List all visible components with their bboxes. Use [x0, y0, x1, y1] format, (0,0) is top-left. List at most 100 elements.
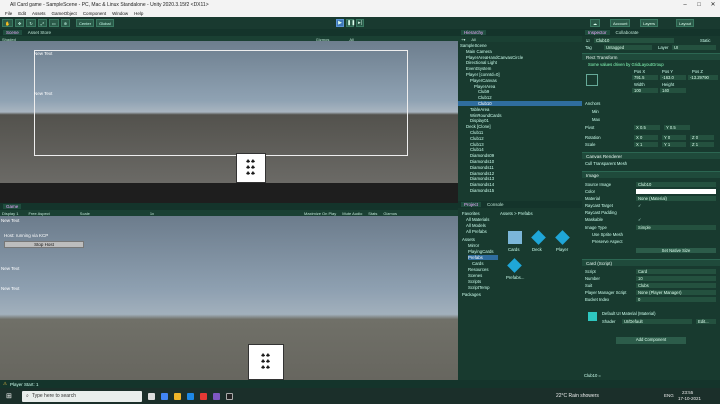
- stats-toggle[interactable]: Stats: [368, 211, 377, 216]
- rot-y-field[interactable]: Y 0: [662, 135, 686, 140]
- aspect-dropdown[interactable]: Free Aspect: [28, 211, 49, 216]
- bucket-field[interactable]: 0: [636, 297, 716, 302]
- player-manager-field[interactable]: None (Player Manager): [636, 290, 716, 295]
- rect-tool-icon[interactable]: ▭: [48, 19, 59, 27]
- height-field[interactable]: 140: [660, 88, 686, 93]
- hierarchy-item[interactable]: PlayerCanvas: [458, 78, 582, 83]
- folder-prefabs[interactable]: Prefabs: [468, 255, 498, 260]
- item-cards[interactable]: Cards: [508, 247, 526, 252]
- scale-x-field[interactable]: X 1: [634, 142, 658, 147]
- taskbar-search[interactable]: ⌕ Type here to search: [22, 390, 142, 402]
- menu-gameobject[interactable]: GameObject: [52, 11, 77, 16]
- shader-edit-button[interactable]: Edit...: [696, 319, 716, 324]
- tab-inspector[interactable]: Inspector: [585, 30, 610, 35]
- hand-tool-icon[interactable]: ✋: [2, 19, 13, 27]
- layer-dropdown[interactable]: UI: [672, 45, 716, 50]
- transform-tool-icon[interactable]: ⊕: [60, 19, 71, 27]
- windows-start-icon[interactable]: ⊞: [6, 392, 12, 400]
- hierarchy-item[interactable]: Diamonds10: [458, 159, 582, 164]
- scale-y-field[interactable]: Y 1: [662, 142, 686, 147]
- raycast-checkbox[interactable]: ✓: [638, 203, 642, 208]
- weather-text[interactable]: 22°C Rain showers: [556, 393, 599, 399]
- pivot-y-field[interactable]: Y 0.5: [664, 125, 690, 130]
- maximize-icon[interactable]: □: [692, 0, 706, 10]
- tab-project[interactable]: Project: [461, 202, 482, 207]
- hierarchy-item[interactable]: SampleScene: [458, 43, 582, 48]
- project-breadcrumb[interactable]: Assets > Prefabs: [500, 211, 560, 216]
- game-gizmos-toggle[interactable]: Gizmos: [383, 211, 397, 216]
- add-component-button[interactable]: Add Component: [616, 337, 686, 344]
- scale-tool-icon[interactable]: ⤢: [37, 19, 47, 27]
- collab-icon[interactable]: ☁: [590, 19, 600, 27]
- hierarchy-item[interactable]: Club13: [458, 142, 582, 147]
- hierarchy-search-input[interactable]: All: [471, 37, 475, 42]
- hierarchy-item[interactable]: PlayerAreaHandCanvasCircle: [458, 55, 582, 60]
- browser-icon[interactable]: [161, 392, 168, 400]
- card-script-header[interactable]: Card (Script): [582, 259, 720, 266]
- game-viewport[interactable]: New Text Host: running via KCP Stop Host…: [0, 216, 458, 380]
- material-name[interactable]: Default UI Material (Material): [602, 311, 656, 316]
- set-native-size-button[interactable]: Set Native Size: [636, 248, 716, 253]
- hierarchy-item[interactable]: Player [connId=0]: [458, 72, 582, 77]
- folder-resources[interactable]: Resources: [468, 267, 592, 272]
- hierarchy-item[interactable]: Display01: [458, 118, 582, 123]
- pause-button[interactable]: ❚❚: [346, 19, 355, 27]
- hierarchy-item[interactable]: Diamonds14: [458, 182, 582, 187]
- static-toggle[interactable]: Static: [700, 38, 710, 43]
- clock-time[interactable]: 23:55: [682, 390, 693, 395]
- hierarchy-item[interactable]: PlayerArea: [458, 84, 582, 89]
- hierarchy-item[interactable]: Club9: [458, 89, 582, 94]
- active-checkbox[interactable]: ☑: [586, 38, 590, 43]
- maximize-on-play-toggle[interactable]: Maximize On Play: [304, 211, 336, 216]
- hierarchy-item[interactable]: Club12: [458, 95, 582, 100]
- rect-transform-header[interactable]: Rect Transform: [582, 53, 720, 60]
- folder-scripts[interactable]: Scripts: [468, 279, 592, 284]
- fav-all-models[interactable]: All Models: [466, 223, 590, 228]
- close-icon[interactable]: ✕: [706, 0, 720, 10]
- layout-dropdown[interactable]: Layout: [676, 19, 695, 27]
- fav-all-materials[interactable]: All Materials: [466, 217, 590, 222]
- account-dropdown[interactable]: Account: [610, 19, 631, 27]
- hierarchy-item[interactable]: Club12: [458, 136, 582, 141]
- number-field[interactable]: 10: [636, 276, 716, 281]
- menu-assets[interactable]: Assets: [32, 11, 46, 16]
- step-button[interactable]: ▸|: [356, 19, 364, 27]
- raycast-padding-label[interactable]: Raycast Padding: [585, 210, 617, 215]
- tag-dropdown[interactable]: Untagged: [604, 45, 652, 50]
- global-toggle[interactable]: Global: [96, 19, 114, 27]
- selected-card[interactable]: ♣♣ ♣♣ ♣♣: [236, 153, 266, 183]
- clock-date[interactable]: 17-10-2021: [678, 396, 701, 401]
- anchor-preset-icon[interactable]: [586, 74, 598, 86]
- menu-file[interactable]: File: [5, 11, 12, 16]
- rot-z-field[interactable]: Z 0: [690, 135, 714, 140]
- material-field[interactable]: None (Material): [636, 196, 716, 201]
- menu-help[interactable]: Help: [134, 11, 143, 16]
- tab-collaborate[interactable]: Collaborate: [616, 30, 639, 35]
- object-name-field[interactable]: Club10: [594, 38, 674, 43]
- language-indicator[interactable]: ENG: [664, 393, 674, 398]
- rotate-tool-icon[interactable]: ↻: [26, 19, 36, 27]
- maskable-checkbox[interactable]: ✓: [638, 217, 642, 222]
- hierarchy-item[interactable]: TableArea: [458, 107, 582, 112]
- edge-icon[interactable]: [187, 392, 194, 400]
- hierarchy-item[interactable]: Deck [Clone]: [458, 124, 582, 129]
- scale-z-field[interactable]: Z 1: [690, 142, 714, 147]
- unity-icon[interactable]: [226, 392, 233, 400]
- display-dropdown[interactable]: Display 1: [2, 211, 18, 216]
- suit-dropdown[interactable]: Clubs: [636, 283, 716, 288]
- scale-value[interactable]: 1x: [150, 211, 154, 216]
- game-card[interactable]: ♣♣ ♣♣ ♣♣: [248, 344, 284, 380]
- item-prefabs[interactable]: Prefabs...: [506, 275, 530, 280]
- menu-component[interactable]: Component: [83, 11, 106, 16]
- hierarchy-item[interactable]: Directional Light: [458, 60, 582, 65]
- image-header[interactable]: Image: [582, 171, 720, 178]
- color-swatch[interactable]: [636, 189, 716, 194]
- folder-scenes[interactable]: Scenes: [468, 273, 592, 278]
- file-explorer-icon[interactable]: [174, 392, 181, 400]
- pivot-toggle[interactable]: Center: [76, 19, 95, 27]
- status-message[interactable]: Player Start: 1: [10, 382, 39, 387]
- posy-field[interactable]: -163.0: [660, 75, 686, 80]
- menu-edit[interactable]: Edit: [18, 11, 26, 16]
- visual-studio-icon[interactable]: [213, 392, 220, 400]
- play-button[interactable]: ▶: [336, 19, 344, 27]
